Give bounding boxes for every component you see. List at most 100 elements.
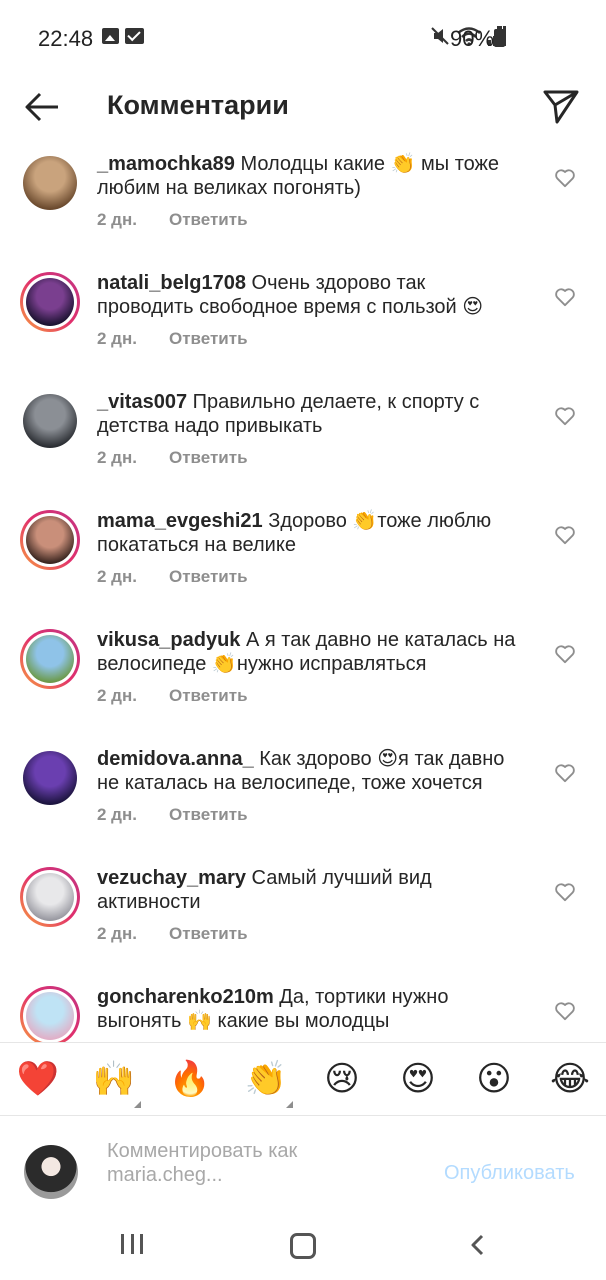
recent-apps-icon[interactable]	[121, 1234, 143, 1254]
surprised-face-emoji-button[interactable]: 😮	[472, 1057, 516, 1101]
comment-meta: 2 дн. Ответить	[97, 805, 248, 825]
mail-notification-icon	[125, 28, 144, 44]
reply-button[interactable]: Ответить	[169, 924, 248, 944]
comment-meta: 2 дн. Ответить	[97, 329, 248, 349]
battery-percent: 90%	[450, 26, 495, 51]
comment-username[interactable]: _mamochka89	[97, 153, 235, 175]
reply-button[interactable]: Ответить	[169, 210, 248, 230]
comment-meta: 2 дн. Ответить	[97, 686, 248, 706]
system-back-icon[interactable]	[467, 1234, 489, 1256]
avatar-photo	[23, 751, 77, 805]
comment-meta: 2 дн. Ответить	[97, 567, 248, 587]
emoji-quick-bar: ❤️ 🙌 🔥 👏 😢 😍 😮 😂	[0, 1042, 606, 1116]
comment-item[interactable]: vikusa_padyuk А я так давно не каталась …	[0, 614, 606, 733]
comment-text: demidova.anna_ Как здорово 😍я так давно …	[97, 747, 527, 795]
comment-age: 2 дн.	[97, 805, 137, 824]
commenter-avatar[interactable]	[20, 986, 80, 1042]
comment-age: 2 дн.	[97, 329, 137, 348]
heart-outline-icon[interactable]	[554, 406, 576, 426]
comment-age: 2 дн.	[97, 448, 137, 467]
avatar-photo	[26, 516, 74, 564]
reply-button[interactable]: Ответить	[169, 686, 248, 706]
comment-age: 2 дн.	[97, 567, 137, 586]
mute-icon	[431, 27, 449, 45]
status-time: 22:48	[38, 26, 94, 51]
comment-text: vikusa_padyuk А я так давно не каталась …	[97, 628, 527, 676]
back-arrow-icon[interactable]	[24, 92, 60, 122]
heart-eyes-emoji-button[interactable]: 😍	[396, 1057, 440, 1101]
comment-text: _vitas007 Правильно делаете, к спорту с …	[97, 390, 527, 438]
avatar-photo	[23, 394, 77, 448]
comment-meta: 2 дн. Ответить	[97, 448, 248, 468]
reply-button[interactable]: Ответить	[169, 329, 248, 349]
commenter-avatar[interactable]	[20, 748, 80, 808]
reply-button[interactable]: Ответить	[169, 805, 248, 825]
comment-item[interactable]: goncharenko210m Да, тортики нужно выгоня…	[0, 971, 606, 1042]
heart-outline-icon[interactable]	[554, 1001, 576, 1021]
comment-age: 2 дн.	[97, 210, 137, 229]
comment-meta: 2 дн. Ответить	[97, 924, 248, 944]
comment-item[interactable]: vezuchay_mary Самый лучший вид активност…	[0, 852, 606, 971]
avatar-photo	[26, 873, 74, 921]
comment-text: natali_belg1708 Очень здорово так провод…	[97, 271, 527, 319]
my-avatar	[24, 1145, 78, 1199]
commenter-avatar[interactable]	[20, 510, 80, 570]
heart-outline-icon[interactable]	[554, 644, 576, 664]
comment-text: _mamochka89 Молодцы какие 👏 мы тоже люби…	[97, 152, 527, 200]
comment-item[interactable]: _mamochka89 Молодцы какие 👏 мы тоже люби…	[0, 138, 606, 257]
comment-username[interactable]: vikusa_padyuk	[97, 629, 240, 651]
heart-outline-icon[interactable]	[554, 168, 576, 188]
reply-button[interactable]: Ответить	[169, 567, 248, 587]
raised-hands-emoji-button[interactable]: 🙌	[92, 1057, 136, 1101]
comment-username[interactable]: vezuchay_mary	[97, 867, 246, 889]
comments-list[interactable]: _mamochka89 Молодцы какие 👏 мы тоже люби…	[0, 138, 606, 1042]
fire-emoji-button[interactable]: 🔥	[168, 1057, 212, 1101]
commenter-avatar[interactable]	[20, 391, 80, 451]
clapping-hands-emoji-button[interactable]: 👏	[244, 1057, 288, 1101]
heart-outline-icon[interactable]	[554, 882, 576, 902]
comment-username[interactable]: mama_evgeshi21	[97, 510, 263, 532]
comment-age: 2 дн.	[97, 924, 137, 943]
page-title: Комментарии	[107, 90, 289, 120]
commenter-avatar[interactable]	[20, 867, 80, 927]
heart-emoji-button[interactable]: ❤️	[16, 1057, 60, 1101]
status-bar: 22:48 90%	[0, 0, 606, 78]
skin-tone-variants-indicator	[286, 1101, 293, 1108]
comment-username[interactable]: goncharenko210m	[97, 986, 274, 1008]
paper-plane-icon[interactable]	[541, 86, 581, 126]
comment-item[interactable]: natali_belg1708 Очень здорово так провод…	[0, 257, 606, 376]
comment-text: goncharenko210m Да, тортики нужно выгоня…	[97, 985, 527, 1033]
comment-item[interactable]: _vitas007 Правильно делаете, к спорту с …	[0, 376, 606, 495]
commenter-avatar[interactable]	[20, 272, 80, 332]
comment-composer: Комментировать как maria.cheg... Опублик…	[0, 1115, 606, 1227]
heart-outline-icon[interactable]	[554, 287, 576, 307]
comment-text: mama_evgeshi21 Здорово 👏тоже люблю покат…	[97, 509, 527, 557]
avatar-photo	[26, 992, 74, 1040]
commenter-avatar[interactable]	[20, 153, 80, 213]
reply-button[interactable]: Ответить	[169, 448, 248, 468]
comment-text: vezuchay_mary Самый лучший вид активност…	[97, 866, 527, 914]
commenter-avatar[interactable]	[20, 629, 80, 689]
comment-username[interactable]: demidova.anna_	[97, 748, 254, 770]
home-icon[interactable]	[290, 1233, 316, 1259]
avatar-photo	[23, 156, 77, 210]
gallery-notification-icon	[102, 28, 119, 44]
comment-item[interactable]: mama_evgeshi21 Здорово 👏тоже люблю покат…	[0, 495, 606, 614]
tears-of-joy-emoji-button[interactable]: 😂	[548, 1057, 592, 1101]
comment-username[interactable]: natali_belg1708	[97, 272, 246, 294]
comment-meta: 2 дн. Ответить	[97, 210, 248, 230]
comment-age: 2 дн.	[97, 686, 137, 705]
crying-face-emoji-button[interactable]: 😢	[320, 1057, 364, 1101]
comment-input[interactable]: Комментировать как maria.cheg...	[107, 1139, 407, 1187]
skin-tone-variants-indicator	[134, 1101, 141, 1108]
battery-icon	[494, 26, 505, 47]
comment-item[interactable]: demidova.anna_ Как здорово 😍я так давно …	[0, 733, 606, 852]
system-nav-bar	[0, 1228, 606, 1280]
avatar-photo	[26, 635, 74, 683]
avatar-photo	[26, 278, 74, 326]
publish-button[interactable]: Опубликовать	[444, 1162, 575, 1185]
heart-outline-icon[interactable]	[554, 525, 576, 545]
heart-outline-icon[interactable]	[554, 763, 576, 783]
header: Комментарии	[0, 78, 606, 138]
comment-username[interactable]: _vitas007	[97, 391, 187, 413]
